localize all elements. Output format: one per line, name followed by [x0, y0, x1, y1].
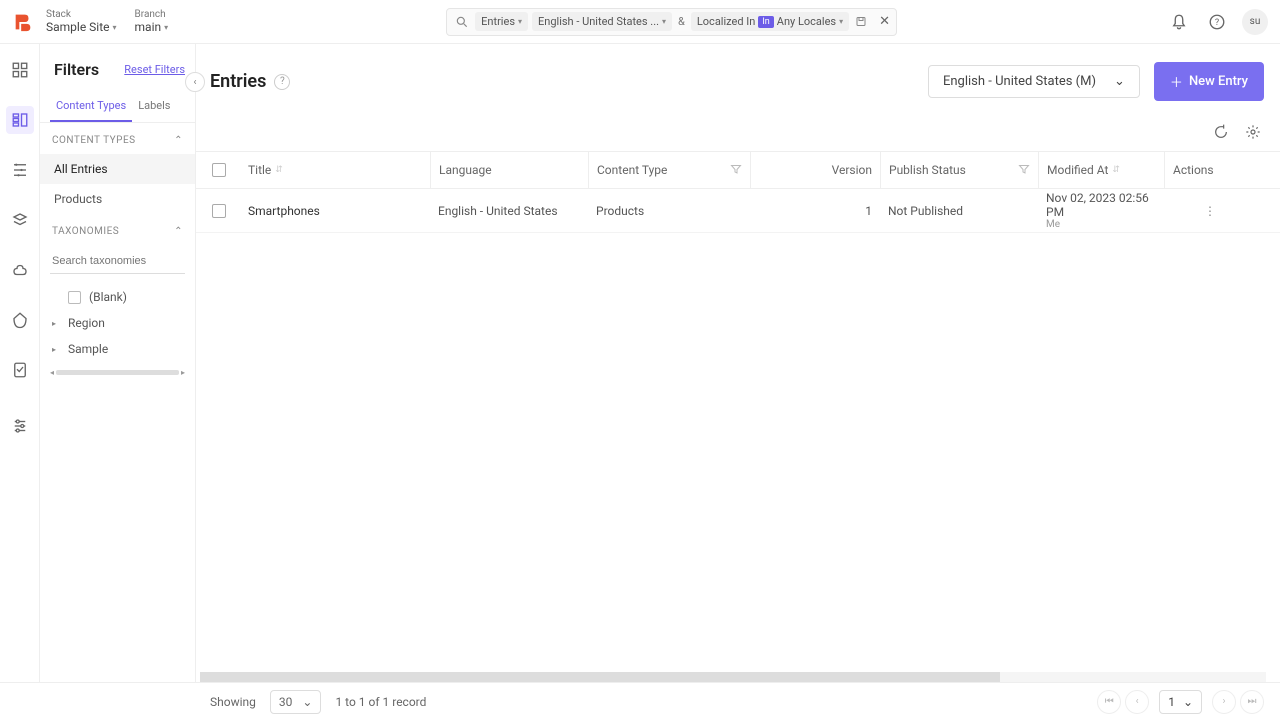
- chevron-down-icon: ⌄: [1183, 695, 1193, 709]
- row-checkbox[interactable]: [212, 204, 226, 218]
- cell-title[interactable]: Smartphones: [240, 204, 430, 218]
- footer: Showing 30 ⌄ 1 to 1 of 1 record ⏮ ‹ 1⌄ ›…: [0, 682, 1280, 720]
- content-area: Entries ? English - United States (M) ⌄ …: [196, 44, 1280, 682]
- col-publish-status[interactable]: Publish Status: [880, 152, 1038, 188]
- scroll-left-icon[interactable]: ◂: [50, 368, 54, 377]
- prev-page-icon[interactable]: ‹: [1125, 690, 1149, 714]
- taxonomies-section-header[interactable]: TAXONOMIES ⌃: [40, 214, 195, 245]
- cell-modified-at: Nov 02, 2023 02:56 PM Me: [1038, 191, 1164, 230]
- taxonomy-search-input[interactable]: [50, 249, 185, 274]
- search-bar[interactable]: Entries▾ English - United States ...▾ & …: [446, 8, 897, 36]
- last-page-icon[interactable]: ⏭: [1240, 690, 1264, 714]
- stack-value: Sample Site: [46, 20, 110, 34]
- search-language-pill[interactable]: English - United States ...▾: [532, 12, 672, 31]
- showing-label: Showing: [210, 695, 256, 709]
- nav-entries-icon[interactable]: [6, 106, 34, 134]
- user-avatar[interactable]: su: [1242, 9, 1268, 35]
- chevron-down-icon: ▾: [164, 23, 168, 32]
- chevron-down-icon: ⌄: [302, 695, 312, 709]
- notifications-icon[interactable]: [1166, 9, 1192, 35]
- sort-icon: ⇵: [275, 165, 283, 175]
- table-row[interactable]: Smartphones English - United States Prod…: [196, 189, 1280, 233]
- nav-settings-icon[interactable]: [6, 412, 34, 440]
- chevron-up-icon: ⌃: [174, 226, 183, 237]
- settings-gear-icon[interactable]: [1242, 121, 1264, 143]
- ct-item-products[interactable]: Products: [40, 184, 195, 214]
- collapse-filters-icon[interactable]: ‹: [185, 72, 205, 92]
- filters-title: Filters: [54, 60, 99, 79]
- col-modified-at[interactable]: Modified At⇵: [1038, 152, 1164, 188]
- ct-item-all-entries[interactable]: All Entries: [40, 154, 195, 184]
- nav-rail: [0, 44, 40, 682]
- new-entry-button[interactable]: ＋ New Entry: [1154, 62, 1264, 101]
- cell-publish-status: Not Published: [880, 204, 1038, 218]
- nav-tasks-icon[interactable]: [6, 356, 34, 384]
- refresh-icon[interactable]: [1210, 121, 1232, 143]
- search-icon: [455, 15, 469, 29]
- nav-content-models-icon[interactable]: [6, 206, 34, 234]
- select-all-checkbox[interactable]: [212, 163, 226, 177]
- col-version[interactable]: Version: [750, 152, 880, 188]
- stack-label: Stack: [46, 9, 117, 20]
- taxonomy-item-sample[interactable]: ▸ Sample: [40, 336, 195, 362]
- next-page-icon[interactable]: ›: [1212, 690, 1236, 714]
- cell-language: English - United States: [430, 204, 588, 218]
- page-title: Entries: [210, 71, 266, 92]
- checkbox-icon[interactable]: [68, 291, 81, 304]
- search-localized-pill[interactable]: Localized In In Any Locales ▾: [691, 12, 849, 31]
- language-selector[interactable]: English - United States (M) ⌄: [928, 65, 1140, 98]
- logo-icon: [12, 11, 34, 33]
- caret-right-icon[interactable]: ▸: [52, 345, 60, 354]
- stack-selector[interactable]: Stack Sample Site▾: [46, 9, 117, 34]
- row-actions-icon[interactable]: ⋮: [1164, 204, 1224, 218]
- topbar: Stack Sample Site▾ Branch main▾ Entries▾…: [0, 0, 1280, 44]
- first-page-icon[interactable]: ⏮: [1097, 690, 1121, 714]
- clear-search-icon[interactable]: ✕: [877, 12, 892, 31]
- branch-label: Branch: [135, 9, 169, 20]
- col-title[interactable]: Title⇵: [240, 152, 430, 188]
- chevron-down-icon: ⌄: [1114, 74, 1125, 89]
- branch-selector[interactable]: Branch main▾: [135, 9, 169, 34]
- nav-releases-icon[interactable]: [6, 306, 34, 334]
- page-number-selector[interactable]: 1⌄: [1159, 690, 1202, 714]
- help-icon[interactable]: ?: [1204, 9, 1230, 35]
- chevron-up-icon: ⌃: [174, 135, 183, 146]
- table-horizontal-scrollbar[interactable]: [200, 672, 1266, 682]
- cell-version: 1: [750, 204, 880, 218]
- save-search-icon[interactable]: [851, 12, 871, 32]
- filter-icon[interactable]: [730, 163, 742, 178]
- content-types-section-header[interactable]: CONTENT TYPES ⌃: [40, 123, 195, 154]
- search-scope-pill[interactable]: Entries▾: [475, 12, 528, 31]
- nav-assets-icon[interactable]: [6, 156, 34, 184]
- page-size-selector[interactable]: 30 ⌄: [270, 690, 322, 714]
- chevron-down-icon: ▾: [113, 23, 117, 32]
- sort-icon: ⇵: [1112, 165, 1120, 175]
- help-tooltip-icon[interactable]: ?: [274, 74, 290, 90]
- plus-icon: ＋: [1170, 72, 1183, 91]
- caret-right-icon[interactable]: ▸: [52, 319, 60, 328]
- scroll-right-icon[interactable]: ▸: [181, 368, 185, 377]
- svg-text:?: ?: [1215, 18, 1219, 28]
- taxonomy-search[interactable]: [50, 249, 185, 274]
- nav-publish-icon[interactable]: [6, 256, 34, 284]
- taxonomy-item-region[interactable]: ▸ Region: [40, 310, 195, 336]
- reset-filters-link[interactable]: Reset Filters: [124, 63, 185, 76]
- filter-icon[interactable]: [1018, 163, 1030, 178]
- col-content-type[interactable]: Content Type: [588, 152, 750, 188]
- nav-dashboard-icon[interactable]: [6, 56, 34, 84]
- taxonomy-item-blank[interactable]: (Blank): [40, 284, 195, 310]
- filters-panel: Filters Reset Filters Content Types Labe…: [40, 44, 196, 682]
- tab-content-types[interactable]: Content Types: [50, 93, 132, 122]
- col-language[interactable]: Language: [430, 152, 588, 188]
- tab-labels[interactable]: Labels: [132, 93, 176, 122]
- filters-horizontal-scrollbar[interactable]: ◂ ▸: [50, 368, 185, 376]
- branch-value: main: [135, 20, 162, 34]
- record-summary: 1 to 1 of 1 record: [335, 695, 426, 709]
- table-header: Title⇵ Language Content Type Version Pub…: [196, 151, 1280, 189]
- search-amp: &: [678, 15, 685, 28]
- col-actions: Actions: [1164, 152, 1224, 188]
- cell-content-type: Products: [588, 204, 750, 218]
